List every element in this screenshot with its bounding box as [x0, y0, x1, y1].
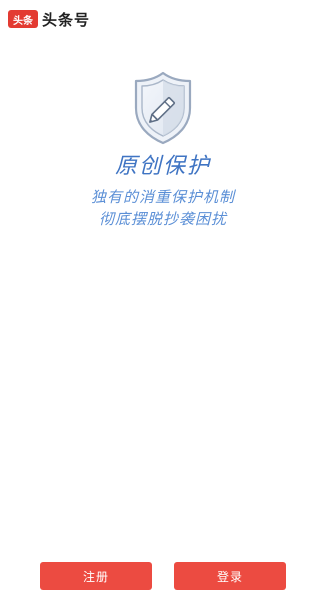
- app-header: 头条 头条号: [8, 9, 90, 29]
- toutiao-logo: 头条: [8, 10, 38, 28]
- shield-pencil-icon: [131, 70, 195, 146]
- register-button[interactable]: 注册: [40, 562, 152, 590]
- feature-title: 原创保护: [114, 154, 211, 179]
- feature-subtitle-line2: 彻底摆脱抄袭困扰: [98, 210, 227, 228]
- login-button[interactable]: 登录: [174, 562, 286, 590]
- welcome-screen: 头条 头条号 原创保护 独有的消重保护机制 彻底摆脱抄袭困扰 注册 登录: [0, 0, 326, 600]
- brand-name: 头条号: [42, 10, 91, 29]
- feature-subtitle-line1: 独有的消重保护机制: [90, 188, 235, 206]
